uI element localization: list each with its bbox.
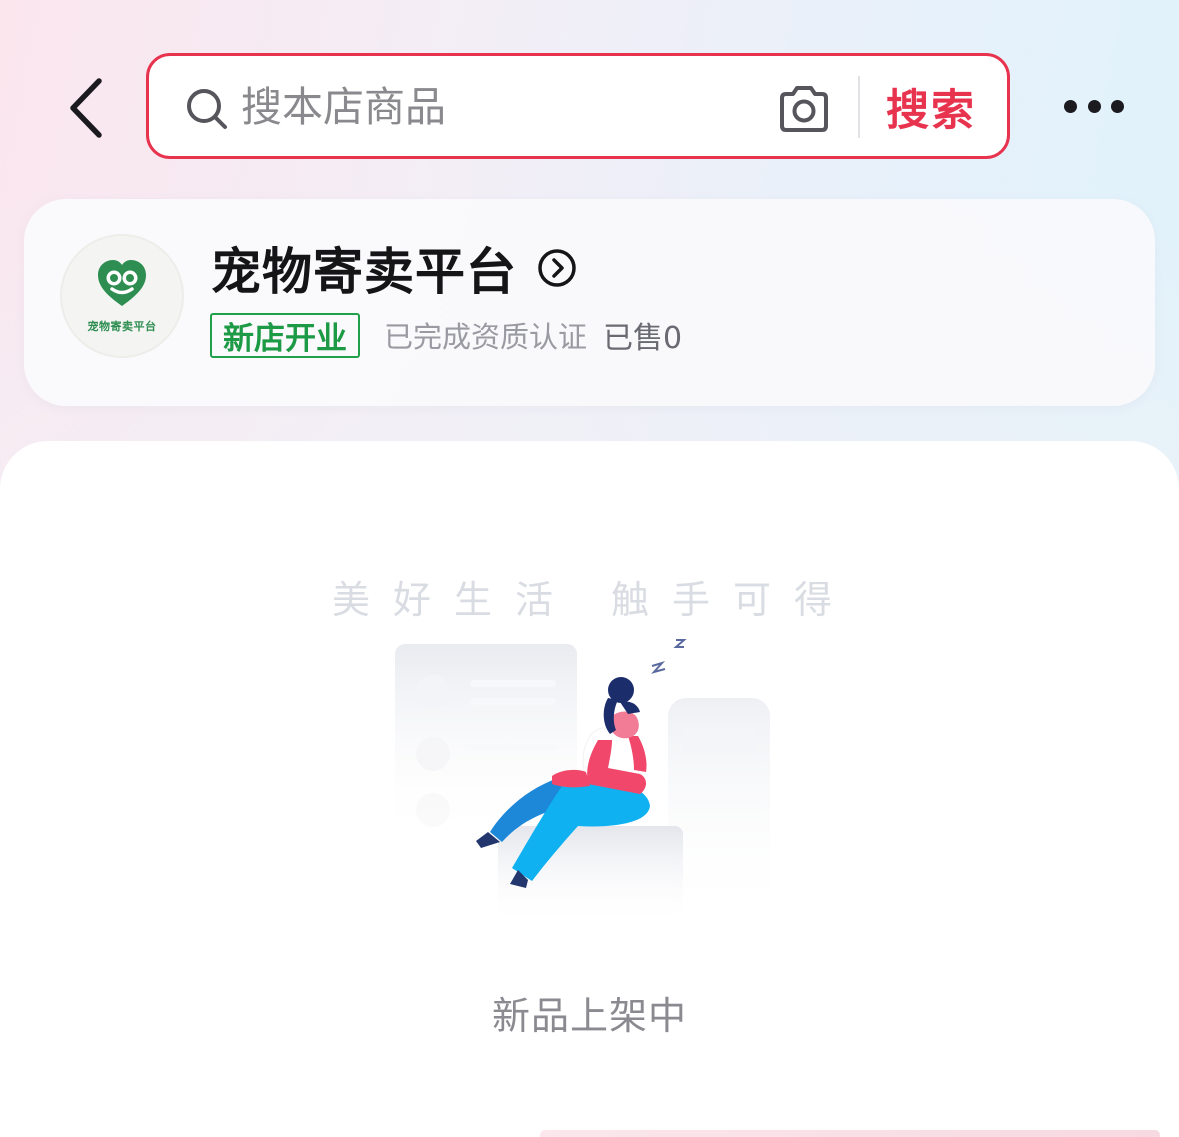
more-dot [1087,99,1101,113]
heart-face-logo [98,260,146,306]
store-name: 宠物寄卖平台 [211,243,517,301]
search-button[interactable]: 搜索 [871,74,991,140]
more-button[interactable] [1058,86,1130,126]
store-card[interactable]: 宠物寄卖平台 宠物寄卖平台 新店开业 已完成资质认证 已售0 [24,199,1155,406]
store-logo[interactable]: 宠物寄卖平台 [60,234,184,358]
slogan-text: 美好生活 触手可得 [331,578,856,622]
logo-text: 宠物寄卖平台 [87,320,157,333]
back-button[interactable] [58,74,114,142]
main-panel: 美好生活 触手可得 新品上架中 [0,441,1179,1137]
bottom-hint-bar [540,1130,1160,1137]
search-icon [187,89,227,129]
search-divider [858,76,860,138]
camera-icon[interactable] [776,84,832,134]
person-relaxing-illustration [395,639,770,926]
certified-text: 已完成资质认证 [384,320,588,354]
store-name-row[interactable]: 宠物寄卖平台 [211,235,577,301]
search-input[interactable] [241,78,741,136]
chevron-left-icon [70,78,102,138]
search-bar[interactable]: 搜索 [146,53,1010,159]
empty-state-text: 新品上架中 [491,994,687,1038]
sold-count: 已售0 [603,321,683,356]
store-meta: 新店开业 已完成资质认证 已售0 [210,312,682,358]
more-dot [1111,99,1124,113]
new-store-badge: 新店开业 [210,312,360,358]
more-dot [1064,99,1077,113]
chevron-circle-right-icon [538,249,576,287]
